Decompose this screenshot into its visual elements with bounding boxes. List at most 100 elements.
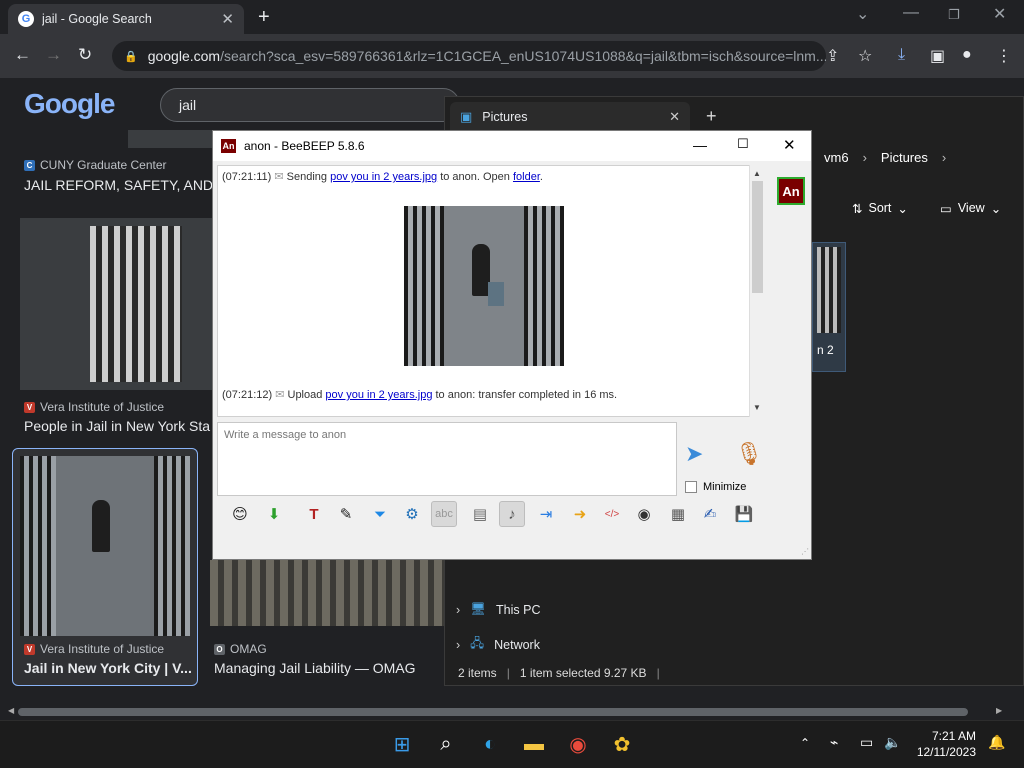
file-item-selected[interactable]: n 2: [812, 242, 846, 372]
filter-icon[interactable]: ⏷: [367, 501, 393, 527]
new-tab-button[interactable]: +: [706, 106, 717, 127]
beebeep-taskbar-icon[interactable]: ✿: [606, 728, 638, 760]
message-input[interactable]: Write a message to anon: [217, 422, 677, 496]
result-source: V Vera Institute of Justice: [24, 400, 164, 414]
result-title[interactable]: JAIL REFORM, SAFETY, AND J: [24, 177, 212, 193]
emoticon-icon[interactable]: 😊: [227, 501, 253, 527]
scroll-down-icon[interactable]: ▼: [753, 403, 761, 412]
uploaded-file-link[interactable]: pov you in 2 years.jpg: [325, 389, 432, 401]
screenshot-icon[interactable]: ◉: [631, 501, 657, 527]
horizontal-scrollbar[interactable]: ◀ ▶: [0, 704, 1024, 720]
breadcrumb-vm6[interactable]: vm6: [824, 150, 849, 165]
result-thumbnail[interactable]: [20, 218, 212, 390]
beebeep-app-icon: An: [221, 139, 236, 153]
close-tab-icon[interactable]: ✕: [669, 109, 680, 125]
view-button[interactable]: ▭ View ⌄: [940, 201, 1001, 216]
open-folder-link[interactable]: folder: [513, 171, 540, 183]
insert-icon[interactable]: ⬇: [261, 501, 287, 527]
minimize-window-button[interactable]: —: [903, 4, 919, 22]
sent-image-preview[interactable]: [404, 206, 564, 366]
minimize-checkbox[interactable]: Minimize: [685, 481, 746, 493]
side-panel-icon[interactable]: ▣: [930, 46, 945, 66]
volume-icon[interactable]: 🔈: [884, 734, 901, 751]
html-icon[interactable]: </>: [599, 501, 625, 527]
result-source-label: OMAG: [230, 642, 267, 656]
spellcheck-icon[interactable]: abc: [431, 501, 457, 527]
checkbox-box[interactable]: [685, 481, 697, 493]
new-tab-button[interactable]: +: [258, 6, 270, 29]
search-input[interactable]: jail: [160, 88, 460, 122]
show-hidden-icons[interactable]: ⌃: [800, 736, 810, 750]
text-font-icon[interactable]: T: [301, 501, 327, 527]
download-icon[interactable]: ⤓: [898, 46, 905, 64]
display-icon[interactable]: ▭: [860, 734, 873, 751]
google-logo[interactable]: Google: [24, 88, 115, 120]
scroll-left-icon[interactable]: ◀: [8, 706, 14, 715]
sent-file-link[interactable]: pov you in 2 years.jpg: [330, 171, 437, 183]
minimize-window-button[interactable]: —: [693, 137, 707, 153]
restore-window-button[interactable]: ❐: [948, 7, 960, 23]
close-tab-icon[interactable]: ✕: [221, 10, 234, 28]
send-file-icon[interactable]: ⇥: [533, 501, 559, 527]
status-bar: 2 items | 1 item selected 9.27 KB |: [458, 666, 660, 680]
menu-icon[interactable]: ⋮: [996, 46, 1012, 66]
chevron-right-icon: ›: [456, 602, 461, 617]
close-window-button[interactable]: ✕: [783, 136, 796, 154]
tab-search-icon[interactable]: ⌄: [856, 4, 869, 24]
edge-beta-icon[interactable]: ◐: [474, 728, 506, 760]
pictures-folder-icon: ▣: [460, 109, 473, 124]
start-menu-icon[interactable]: ⊞: [386, 728, 418, 760]
result-title[interactable]: People in Jail in New York Sta: [24, 418, 212, 434]
url-host: google.com: [147, 48, 221, 64]
tab-google-search[interactable]: G jail - Google Search ✕: [8, 4, 244, 34]
sort-icon: ⇅: [852, 202, 863, 216]
profile-icon[interactable]: ●: [962, 46, 972, 64]
bookmark-star-icon[interactable]: ☆: [858, 46, 872, 66]
archive-icon[interactable]: ▦: [665, 501, 691, 527]
close-window-button[interactable]: ✕: [993, 4, 1006, 24]
sort-button[interactable]: ⇅ Sort ⌄: [852, 201, 908, 216]
result-thumbnail[interactable]: [20, 456, 190, 636]
address-bar[interactable]: 🔒 google.com/search?sca_esv=589766361&rl…: [112, 41, 826, 71]
chrome-icon[interactable]: ◉: [562, 728, 594, 760]
file-item-label: n 2: [817, 343, 834, 357]
forward-button[interactable]: →: [45, 45, 62, 65]
send-folder-icon[interactable]: ➜: [567, 501, 593, 527]
sound-icon[interactable]: ♪: [499, 501, 525, 527]
settings-gear-icon[interactable]: ⚙: [399, 501, 425, 527]
result-title[interactable]: Managing Jail Liability — OMAG: [214, 660, 444, 676]
reload-button[interactable]: ↻: [78, 45, 92, 65]
explorer-tab[interactable]: ▣ Pictures ✕: [450, 102, 690, 132]
voice-message-icon[interactable]: 🎙: [735, 441, 763, 467]
log-text: .: [539, 171, 543, 183]
nav-network-label: Network: [494, 637, 540, 652]
network-icon[interactable]: ⌁: [830, 734, 838, 751]
color-pen-icon[interactable]: ✎: [333, 501, 359, 527]
scroll-right-icon[interactable]: ▶: [996, 706, 1002, 715]
save-icon[interactable]: 💾: [731, 501, 757, 527]
nav-this-pc[interactable]: › 🖥 This PC: [456, 602, 541, 617]
notes-icon[interactable]: ✍: [697, 501, 723, 527]
notification-bell-icon[interactable]: 🔔: [988, 734, 1005, 751]
send-message-icon[interactable]: ➤: [685, 441, 703, 467]
result-title[interactable]: Jail in New York City | V...: [24, 660, 192, 676]
scroll-up-icon[interactable]: ▲: [753, 169, 761, 178]
clock[interactable]: 7:21 AM 12/11/2023: [912, 728, 976, 760]
status-selection: 1 item selected 9.27 KB: [519, 666, 647, 680]
search-icon[interactable]: ⌕: [430, 728, 462, 760]
vera-icon: V: [24, 401, 35, 413]
resize-grip-icon[interactable]: ⋰: [801, 547, 809, 556]
chat-scrollbar[interactable]: ▲ ▼: [749, 165, 765, 417]
file-explorer-icon[interactable]: ▬: [518, 728, 550, 760]
share-icon[interactable]: ⇪: [826, 46, 839, 66]
maximize-window-button[interactable]: ☐: [737, 136, 749, 152]
result-thumbnail[interactable]: [210, 560, 444, 626]
nav-network[interactable]: › 🖧 Network: [456, 634, 540, 655]
scroll-thumb[interactable]: [18, 708, 968, 716]
dictionary-icon[interactable]: ▤: [467, 501, 493, 527]
scroll-thumb[interactable]: [752, 181, 763, 293]
user-avatar[interactable]: An: [777, 177, 805, 205]
back-button[interactable]: ←: [14, 45, 31, 65]
result-thumbnail[interactable]: [128, 130, 212, 148]
breadcrumb-pictures[interactable]: Pictures: [881, 150, 928, 165]
